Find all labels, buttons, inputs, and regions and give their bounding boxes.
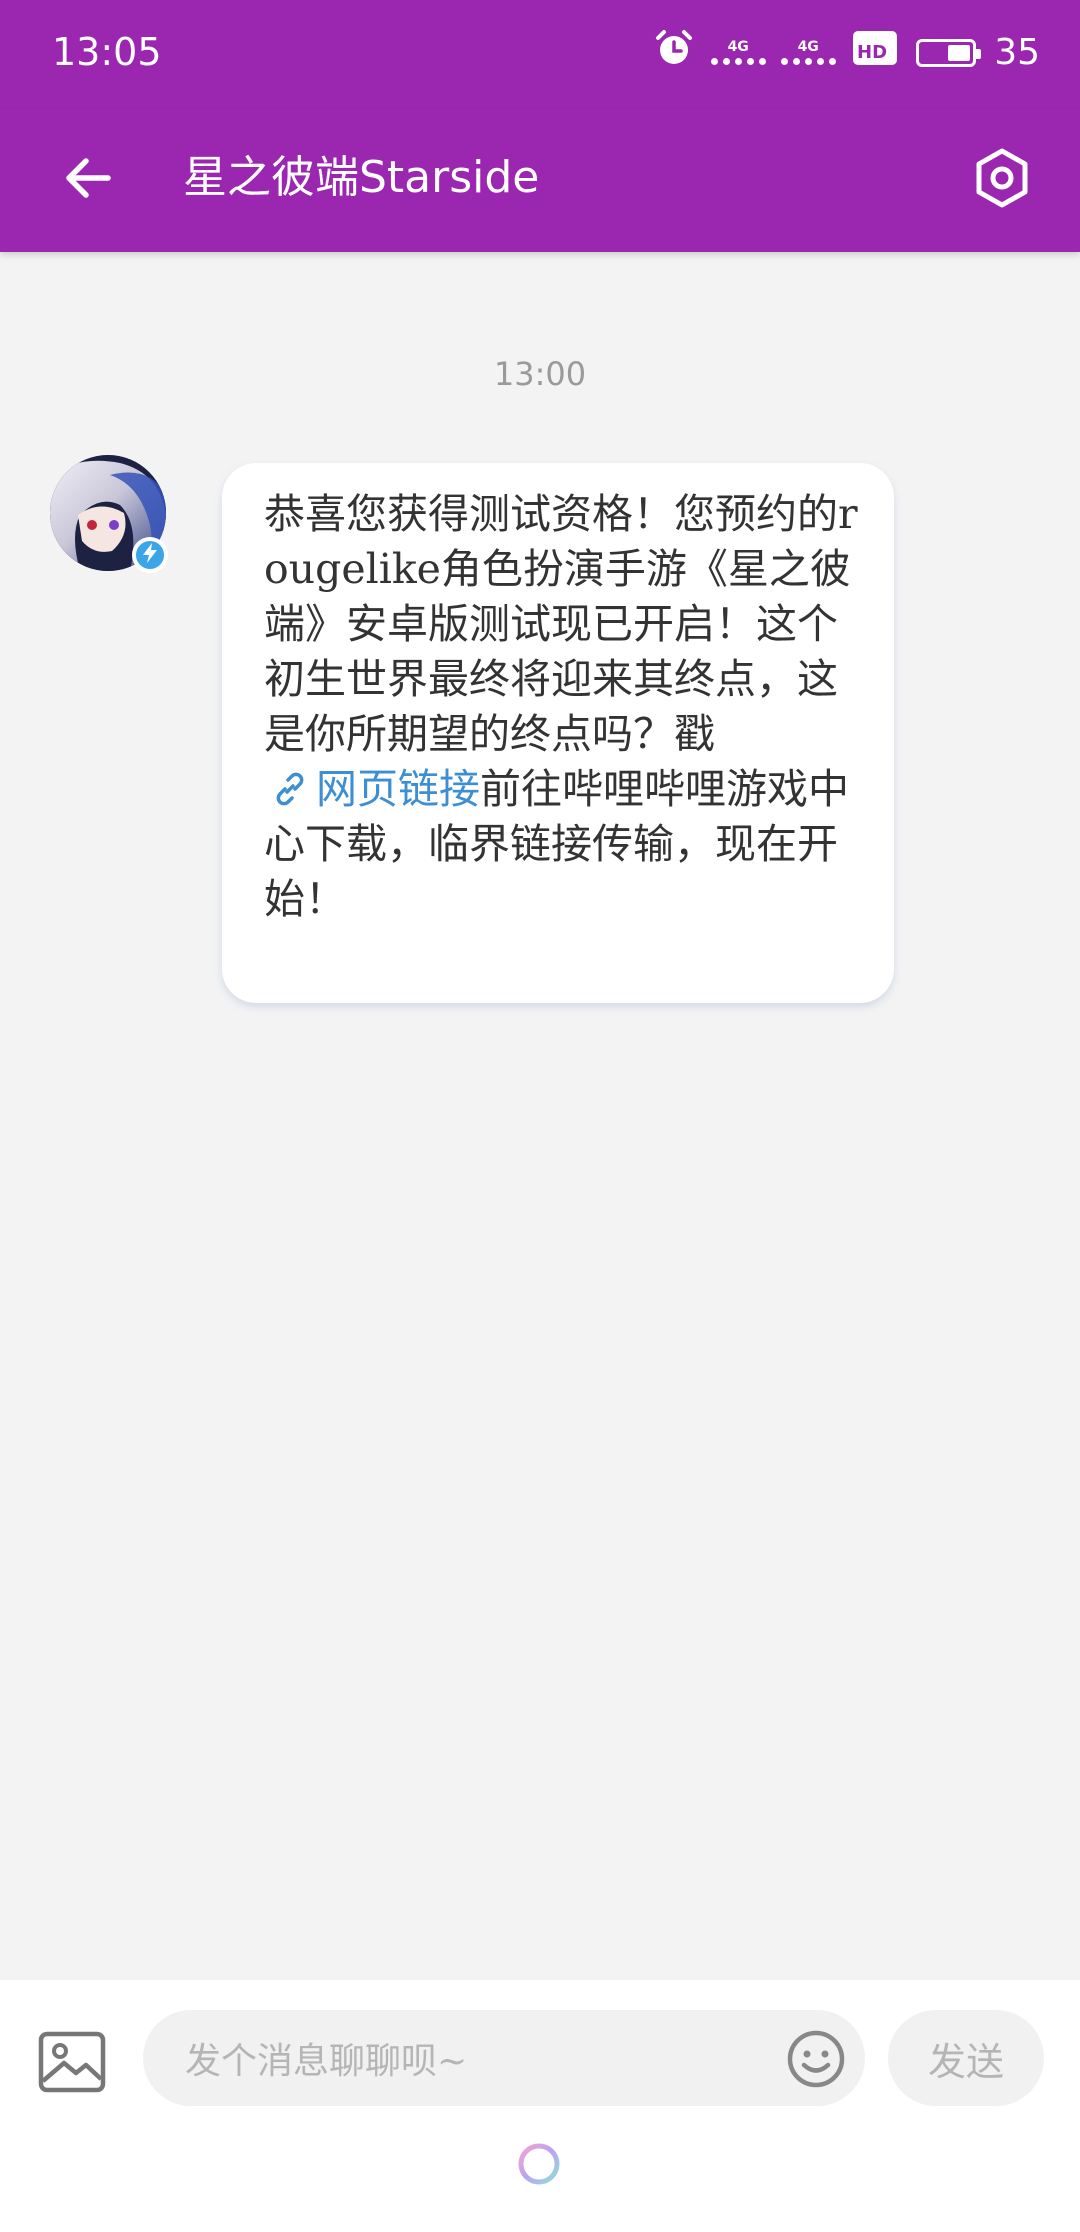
chat-timestamp: 13:00 — [493, 355, 587, 393]
message-input[interactable]: 发个消息聊聊呗~ — [143, 2010, 865, 2106]
message-bubble: 恭喜您获得测试资格！您预约的rougelike角色扮演手游《星之彼端》安卓版测试… — [222, 463, 894, 1003]
emoji-icon — [785, 2030, 847, 2094]
status-icons: 4G 4G HD 35 — [654, 28, 1040, 77]
alarm-icon — [654, 28, 694, 77]
image-icon — [38, 2031, 106, 2097]
emoji-button[interactable] — [785, 2028, 847, 2090]
send-button[interactable]: 发送 — [888, 2010, 1044, 2106]
back-button[interactable] — [48, 140, 128, 220]
link-icon — [276, 772, 304, 806]
avatar[interactable] — [50, 455, 168, 573]
battery-level: 35 — [994, 32, 1040, 73]
message-input-placeholder: 发个消息聊聊呗~ — [185, 2041, 468, 2082]
image-button[interactable] — [36, 2028, 108, 2100]
settings-hexagon-icon — [970, 146, 1034, 214]
verified-bolt-icon — [140, 542, 160, 568]
back-arrow-icon — [60, 150, 116, 210]
verified-badge — [132, 537, 168, 573]
message-text: 恭喜您获得测试资格！您预约的rougelike角色扮演手游《星之彼端》安卓版测试… — [264, 487, 864, 927]
settings-button[interactable] — [960, 138, 1044, 222]
hd-icon: HD — [852, 30, 898, 75]
message-text-before-link: 恭喜您获得测试资格！您预约的rougelike角色扮演手游《星之彼端》安卓版测试… — [264, 490, 858, 758]
page-title: 星之彼端Starside — [183, 152, 540, 203]
message-composer: 发个消息聊聊呗~ 发送 — [0, 1980, 1080, 2232]
loading-ring-icon — [515, 2140, 563, 2188]
web-link-label: 网页链接 — [316, 765, 480, 813]
status-bar: 13:05 4G 4G HD 35 — [0, 0, 1080, 110]
web-link[interactable]: 网页链接 — [264, 765, 480, 813]
app-bar: 星之彼端Starside — [0, 110, 1080, 252]
signal-1-icon: 4G — [710, 40, 766, 65]
battery-icon — [916, 38, 982, 67]
svg-text:HD: HD — [857, 42, 887, 63]
signal-2-icon: 4G — [780, 40, 836, 65]
status-time: 13:05 — [52, 30, 162, 74]
